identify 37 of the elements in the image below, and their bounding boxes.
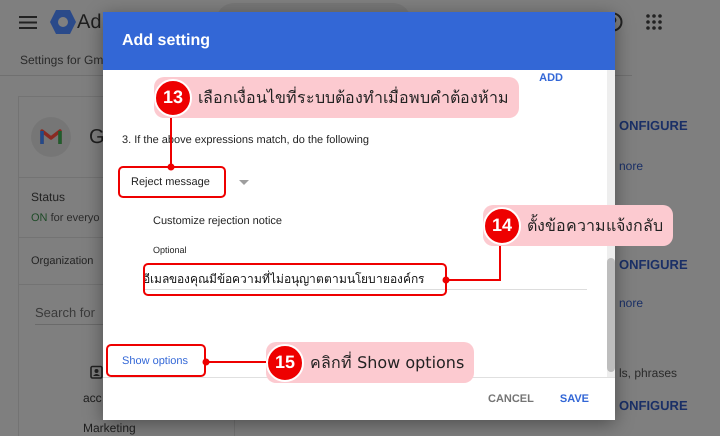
field-hint: Optional bbox=[153, 244, 187, 256]
configure-link[interactable]: ONFIGURE bbox=[619, 398, 688, 413]
callout-text: เลือกเงื่อนไขที่ระบบต้องทำเมื่อพบคำต้องห้าม bbox=[198, 86, 509, 109]
breadcrumb: Settings for Gm bbox=[20, 52, 104, 66]
leader-line bbox=[442, 245, 501, 284]
app-name: G bbox=[89, 126, 105, 148]
logo-icon bbox=[50, 10, 76, 34]
apps-icon[interactable] bbox=[646, 14, 662, 30]
mail-icon bbox=[31, 117, 71, 157]
org-unit[interactable]: Marketing bbox=[83, 421, 234, 435]
status-value: ON bbox=[31, 212, 48, 224]
show-options-link[interactable]: Show options bbox=[122, 353, 188, 369]
step-number: 14 bbox=[483, 206, 521, 244]
description-text: ls, phrases bbox=[619, 366, 678, 380]
configure-link[interactable]: ONFIGURE bbox=[619, 118, 688, 133]
action-dropdown[interactable]: Reject message bbox=[126, 171, 220, 193]
learn-more-link[interactable]: nore bbox=[619, 296, 688, 310]
add-button[interactable]: ADD bbox=[537, 70, 565, 86]
configure-link[interactable]: ONFIGURE bbox=[619, 257, 688, 272]
cancel-button[interactable]: CANCEL bbox=[484, 389, 538, 409]
menu-icon[interactable] bbox=[19, 16, 37, 28]
callout-text: คลิกที่ Show options bbox=[310, 350, 464, 374]
status-scope: for everyo bbox=[50, 212, 100, 224]
input-field[interactable]: อีเมลของคุณมีข้อความที่ไม่อนุญาตตามนโยบายองค์กร bbox=[143, 268, 587, 290]
app-title: Ad bbox=[77, 10, 102, 34]
step-number: 13 bbox=[154, 78, 192, 116]
callout-text: ตั้งข้อความแจ้งกลับ bbox=[527, 213, 663, 237]
leader-line bbox=[202, 358, 267, 366]
badge-icon bbox=[90, 365, 103, 379]
step-number: 15 bbox=[266, 344, 304, 382]
dialog-title: Add setting bbox=[122, 32, 210, 50]
section-title: Organization bbox=[31, 255, 94, 267]
caret-icon bbox=[239, 180, 249, 184]
learn-more-link[interactable]: nore bbox=[619, 159, 688, 173]
status-label: Status bbox=[31, 190, 66, 204]
field-label: Customize rejection notice bbox=[153, 214, 282, 228]
save-button[interactable]: SAVE bbox=[556, 389, 593, 409]
